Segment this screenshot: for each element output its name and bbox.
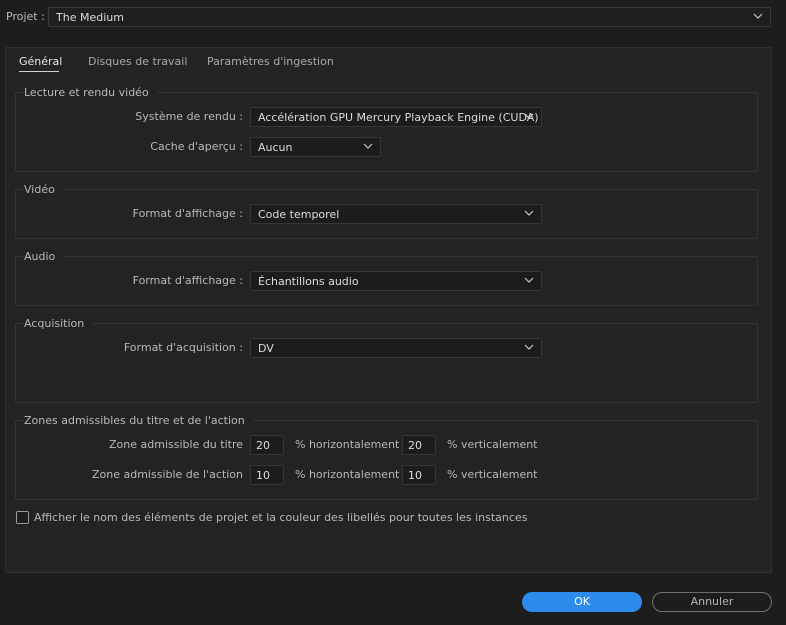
video-display-format-label: Format d'affichage : bbox=[132, 207, 243, 220]
action-safe-vertical-unit: % verticalement bbox=[447, 468, 538, 481]
preview-cache-dropdown[interactable]: Aucun bbox=[250, 137, 381, 157]
action-safe-vertical-value: 10 bbox=[408, 469, 422, 482]
cancel-button[interactable]: Annuler bbox=[652, 592, 772, 612]
action-safe-horizontal-input[interactable]: 10 bbox=[250, 465, 284, 485]
capture-format-label: Format d'acquisition : bbox=[123, 341, 243, 354]
tab-ingest-settings[interactable]: Paramètres d'ingestion bbox=[207, 55, 334, 73]
preview-cache-value: Aucun bbox=[258, 141, 293, 154]
chevron-down-icon bbox=[752, 10, 764, 22]
chevron-down-icon bbox=[362, 140, 374, 152]
safe-zones-group bbox=[15, 420, 758, 500]
capture-format-dropdown[interactable]: DV bbox=[250, 338, 542, 358]
ok-button[interactable]: OK bbox=[522, 592, 642, 612]
title-safe-horizontal-value: 20 bbox=[256, 439, 270, 452]
show-project-item-names-label: Afficher le nom des éléments de projet e… bbox=[34, 511, 528, 524]
audio-display-format-dropdown[interactable]: Échantillons audio bbox=[250, 271, 542, 291]
video-group-title: Vidéo bbox=[24, 183, 63, 196]
project-select[interactable]: The Medium bbox=[48, 7, 771, 27]
title-safe-vertical-unit: % verticalement bbox=[447, 438, 538, 451]
audio-display-format-label: Format d'affichage : bbox=[132, 274, 243, 287]
preview-cache-label: Cache d'aperçu : bbox=[150, 140, 243, 153]
project-label: Projet : bbox=[6, 10, 45, 23]
video-display-format-value: Code temporel bbox=[258, 208, 340, 221]
title-safe-vertical-value: 20 bbox=[408, 439, 422, 452]
tab-scratch-disks[interactable]: Disques de travail bbox=[88, 55, 187, 73]
action-safe-horizontal-value: 10 bbox=[256, 469, 270, 482]
chevron-down-icon bbox=[523, 207, 535, 219]
action-safe-horizontal-unit: % horizontalement bbox=[295, 468, 400, 481]
project-select-value: The Medium bbox=[56, 11, 124, 24]
video-display-format-dropdown[interactable]: Code temporel bbox=[250, 204, 542, 224]
capture-group-title: Acquisition bbox=[24, 317, 93, 330]
renderer-value: Accélération GPU Mercury Playback Engine… bbox=[258, 111, 539, 124]
chevron-down-icon bbox=[523, 274, 535, 286]
renderer-dropdown[interactable]: Accélération GPU Mercury Playback Engine… bbox=[250, 107, 542, 127]
audio-group-title: Audio bbox=[24, 250, 64, 263]
playback-group bbox=[15, 92, 758, 172]
title-safe-label: Zone admissible du titre bbox=[109, 438, 243, 451]
show-project-item-names-checkbox[interactable] bbox=[16, 511, 29, 524]
safe-zones-group-title: Zones admissibles du titre et de l'actio… bbox=[24, 414, 253, 427]
chevron-down-icon bbox=[523, 110, 535, 122]
action-safe-vertical-input[interactable]: 10 bbox=[402, 465, 436, 485]
active-tab-indicator bbox=[19, 71, 59, 72]
audio-display-format-value: Échantillons audio bbox=[258, 275, 359, 288]
title-safe-horizontal-unit: % horizontalement bbox=[295, 438, 400, 451]
capture-format-value: DV bbox=[258, 342, 274, 355]
capture-group bbox=[15, 323, 758, 403]
playback-group-title: Lecture et rendu vidéo bbox=[24, 86, 157, 99]
chevron-down-icon bbox=[523, 341, 535, 353]
action-safe-label: Zone admissible de l'action bbox=[91, 468, 243, 481]
title-safe-vertical-input[interactable]: 20 bbox=[402, 435, 436, 455]
renderer-label: Système de rendu : bbox=[135, 110, 243, 123]
title-safe-horizontal-input[interactable]: 20 bbox=[250, 435, 284, 455]
